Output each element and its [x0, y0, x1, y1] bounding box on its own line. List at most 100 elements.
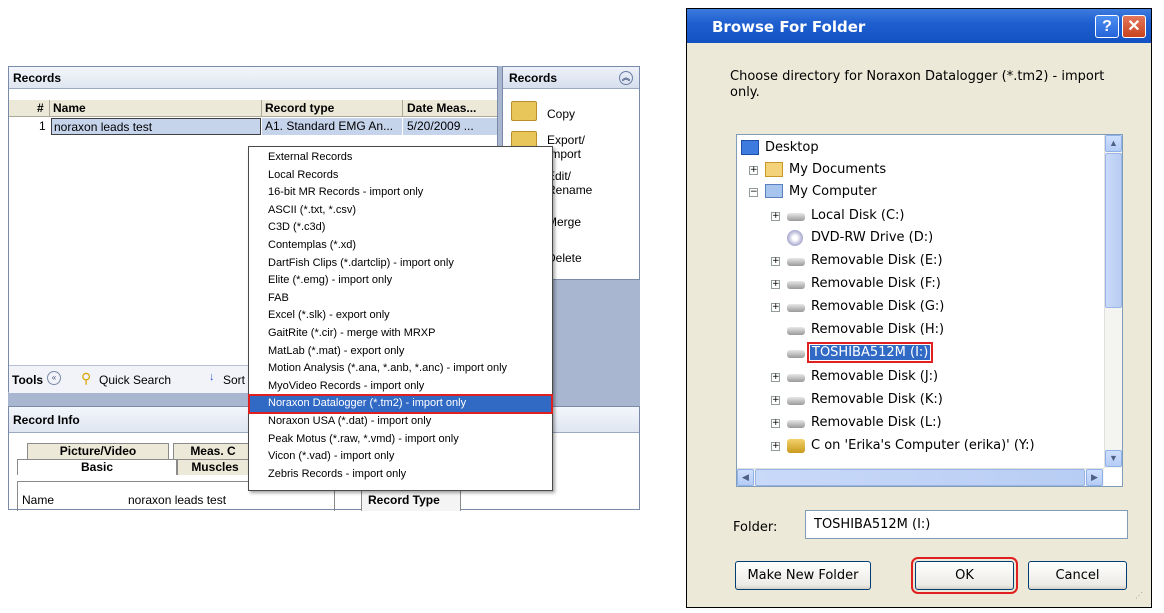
expand-icon[interactable]: + — [749, 166, 758, 175]
menu-item[interactable]: MyoVideo Records - import only — [249, 378, 552, 396]
scroll-left-icon[interactable]: ◀ — [737, 469, 754, 486]
scroll-down-icon[interactable]: ▼ — [1105, 450, 1122, 467]
vertical-scrollbar[interactable]: ▲ ▼ — [1104, 135, 1122, 468]
tree-item-label: My Documents — [789, 162, 887, 177]
menu-item[interactable]: Contemplas (*.xd) — [249, 237, 552, 255]
records-table-header: # Name Record type Date Meas... — [9, 100, 497, 117]
name-value[interactable]: noraxon leads test — [128, 493, 226, 507]
expand-icon[interactable]: + — [771, 442, 780, 451]
menu-item[interactable]: Elite (*.emg) - import only — [249, 272, 552, 290]
resize-grip-icon[interactable]: ⋰ — [1135, 591, 1147, 603]
side-panel-title: Records ︽ — [503, 67, 639, 89]
make-new-folder-button[interactable]: Make New Folder — [735, 561, 871, 590]
sort-icon: ↓ — [209, 371, 215, 383]
removable-disk-icon — [787, 374, 805, 382]
row-record-type: A1. Standard EMG An... — [262, 118, 402, 135]
row-name[interactable]: noraxon leads test — [51, 118, 261, 135]
tree-item-label: Desktop — [765, 140, 819, 155]
menu-item[interactable]: ASCII (*.txt, *.csv) — [249, 202, 552, 220]
removable-disk-icon — [787, 304, 805, 312]
table-row[interactable]: 1 noraxon leads test A1. Standard EMG An… — [9, 118, 497, 135]
cancel-button[interactable]: Cancel — [1028, 561, 1127, 590]
menu-item[interactable]: Motion Analysis (*.ana, *.anb, *.anc) - … — [249, 360, 552, 378]
menu-item[interactable]: Peak Motus (*.raw, *.vmd) - import only — [249, 431, 552, 449]
menu-item[interactable]: Local Records — [249, 167, 552, 185]
dialog-titlebar[interactable]: Browse For Folder ? ✕ — [687, 9, 1151, 43]
column-record-type[interactable]: Record type — [265, 101, 334, 115]
column-date-measured[interactable]: Date Meas... — [407, 101, 476, 115]
local-disk-icon — [787, 213, 805, 221]
expand-icon[interactable]: + — [771, 396, 780, 405]
tab-meas[interactable]: Meas. C — [173, 443, 253, 459]
dialog-instruction: Choose directory for Noraxon Datalogger … — [730, 69, 1105, 100]
collapse-up-icon[interactable]: ︽ — [619, 71, 633, 85]
removable-disk-icon — [787, 281, 805, 289]
menu-item[interactable]: FAB — [249, 290, 552, 308]
dvd-drive-icon — [787, 230, 803, 246]
row-number: 1 — [39, 119, 46, 133]
expand-icon[interactable]: + — [771, 257, 780, 266]
copy-label: Copy — [547, 107, 576, 121]
menu-item[interactable]: MatLab (*.mat) - export only — [249, 343, 552, 361]
expand-icon[interactable]: + — [771, 212, 780, 221]
close-button[interactable]: ✕ — [1122, 15, 1146, 38]
folder-label: Folder: — [733, 520, 778, 535]
export-import-label: Export/ Import — [547, 133, 586, 161]
column-name[interactable]: Name — [53, 101, 86, 115]
help-button[interactable]: ? — [1095, 15, 1119, 38]
edit-rename-label: Edit/ Rename — [547, 169, 593, 197]
collapse-chevron-icon[interactable]: « — [47, 371, 61, 385]
ok-button[interactable]: OK — [911, 557, 1018, 594]
removable-disk-icon — [787, 327, 805, 335]
menu-item-noraxon-datalogger[interactable]: Noraxon Datalogger (*.tm2) - import only — [248, 394, 553, 414]
horizontal-scrollbar[interactable]: ◀ ▶ — [737, 468, 1104, 486]
expand-icon[interactable]: + — [771, 303, 780, 312]
dialog-title: Browse For Folder — [712, 18, 866, 36]
expand-icon[interactable]: + — [771, 280, 780, 289]
menu-item[interactable]: Zebris Records - import only — [249, 466, 552, 484]
tab-muscles[interactable]: Muscles — [177, 459, 253, 475]
menu-item[interactable]: External Records — [249, 149, 552, 167]
desktop-icon — [741, 140, 759, 155]
expand-icon[interactable]: + — [771, 419, 780, 428]
tree-item-label: Removable Disk (H:) — [811, 322, 945, 337]
tools-label[interactable]: Tools — [12, 373, 43, 387]
collapse-icon[interactable]: − — [749, 188, 758, 197]
menu-item[interactable]: Vicon (*.vad) - import only — [249, 448, 552, 466]
menu-item[interactable]: Excel (*.slk) - export only — [249, 307, 552, 325]
side-panel-title-text: Records — [509, 71, 558, 85]
column-number[interactable]: # — [37, 101, 44, 115]
tab-picture-video[interactable]: Picture/Video — [27, 443, 169, 459]
menu-item[interactable]: GaitRite (*.cir) - merge with MRXP — [249, 325, 552, 343]
menu-item[interactable]: C3D (*.c3d) — [249, 219, 552, 237]
tree-item-label: Local Disk (C:) — [811, 208, 905, 223]
removable-disk-icon — [787, 350, 805, 358]
tree-item-label: C on 'Erika's Computer (erika)' (Y:) — [811, 438, 1035, 453]
folder-tree: Desktop + My Documents − My Computer + L… — [736, 134, 1123, 487]
removable-disk-icon — [787, 258, 805, 266]
sort-button[interactable]: Sort — [223, 373, 245, 387]
tree-item-label: Removable Disk (E:) — [811, 253, 943, 268]
tab-basic[interactable]: Basic — [17, 459, 177, 475]
vertical-scroll-thumb[interactable] — [1105, 153, 1122, 308]
menu-item[interactable]: Noraxon USA (*.dat) - import only — [249, 413, 552, 431]
tree-item-label-selected: TOSHIBA512M (I:) — [806, 342, 934, 363]
my-computer-icon — [765, 184, 783, 198]
records-panel-title: Records — [9, 67, 497, 89]
menu-item[interactable]: DartFish Clips (*.dartclip) - import onl… — [249, 255, 552, 273]
removable-disk-icon — [787, 397, 805, 405]
quick-search-button[interactable]: Quick Search — [99, 373, 171, 387]
network-drive-icon — [787, 439, 805, 453]
scroll-right-icon[interactable]: ▶ — [1086, 469, 1103, 486]
tree-item-label: Removable Disk (J:) — [811, 369, 939, 384]
scroll-up-icon[interactable]: ▲ — [1105, 135, 1122, 152]
horizontal-scroll-thumb[interactable] — [755, 469, 1085, 486]
my-documents-icon — [765, 162, 783, 177]
tree-item-label: Removable Disk (F:) — [811, 276, 941, 291]
menu-item[interactable]: 16-bit MR Records - import only — [249, 184, 552, 202]
expand-icon[interactable]: + — [771, 373, 780, 382]
tree-item-label: Removable Disk (G:) — [811, 299, 945, 314]
folder-input[interactable]: TOSHIBA512M (I:) — [805, 510, 1128, 539]
quick-search-icon: ⚲ — [81, 370, 92, 386]
tree-item-label: DVD-RW Drive (D:) — [811, 230, 934, 245]
